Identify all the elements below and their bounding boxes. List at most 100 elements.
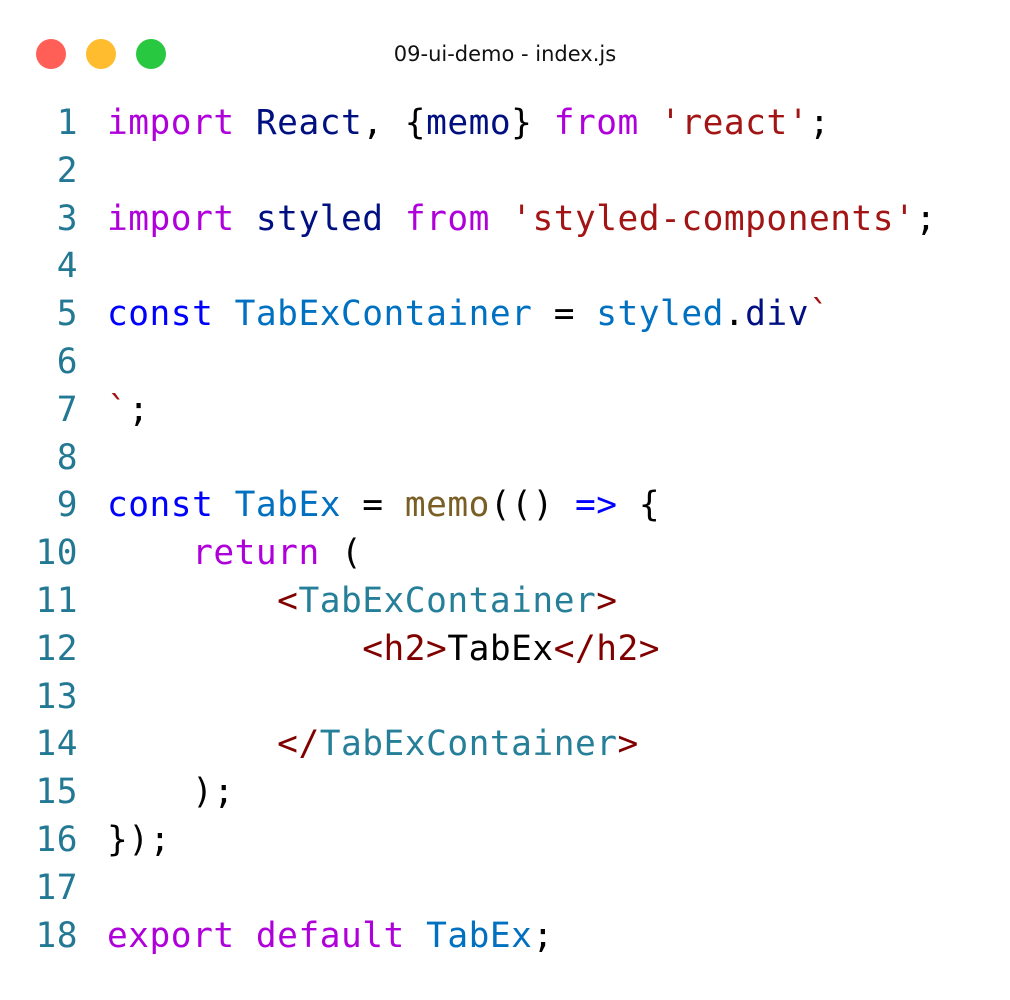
line-number: 18 <box>35 915 78 956</box>
title-bar: 09-ui-demo - index.js <box>0 0 1010 108</box>
code-text: ); <box>107 769 235 817</box>
code-text: `; <box>107 387 150 435</box>
code-token: TabEx <box>234 485 341 526</box>
code-line[interactable]: 3 import styled from 'styled-components'; <box>0 196 1010 244</box>
code-text: return ( <box>107 530 362 578</box>
code-token: . <box>723 294 746 335</box>
code-token: ` <box>808 294 831 335</box>
code-token: > <box>596 580 618 621</box>
code-token: default <box>255 915 405 956</box>
code-text: <h2>TabEx</h2> <box>107 626 660 674</box>
window-title: 09-ui-demo - index.js <box>393 42 617 66</box>
line-number: 13 <box>35 676 78 717</box>
code-text: }); <box>107 817 171 865</box>
code-line[interactable]: 11 <TabExContainer> <box>0 578 1010 626</box>
line-number: 6 <box>56 341 78 382</box>
code-token: ; <box>809 103 831 143</box>
code-token: import <box>107 103 235 143</box>
code-token: ); <box>107 772 235 813</box>
code-line[interactable]: 9 const TabEx = memo(() => { <box>0 482 1010 530</box>
code-token: , { <box>362 103 427 143</box>
code-token: from <box>553 103 639 143</box>
line-number: 3 <box>56 198 78 239</box>
code-text: const TabExContainer = styled.div` <box>107 291 830 339</box>
code-line[interactable]: 13 <box>0 674 1010 722</box>
line-number: 11 <box>35 580 78 621</box>
code-line[interactable]: 4 <box>0 243 1010 291</box>
line-number: 10 <box>35 533 78 574</box>
code-token: styled <box>596 294 724 335</box>
code-token: => <box>575 485 618 526</box>
code-line[interactable]: 15 ); <box>0 769 1010 817</box>
code-token: { <box>617 485 661 526</box>
code-text: export default TabEx; <box>107 913 554 961</box>
code-token: from <box>404 198 490 239</box>
code-token: TabExContainer <box>298 580 597 621</box>
code-line[interactable]: 14 </TabExContainer> <box>0 721 1010 769</box>
line-number: 17 <box>35 867 78 908</box>
line-number: 5 <box>56 294 78 335</box>
code-line[interactable]: 6 <box>0 339 1010 387</box>
code-token: ` <box>107 389 129 430</box>
code-line[interactable]: 18 export default TabEx; <box>0 913 1010 961</box>
code-line[interactable]: 17 <box>0 865 1010 913</box>
line-number: 4 <box>56 246 78 287</box>
code-line[interactable]: 8 <box>0 435 1010 483</box>
code-token: ; <box>128 389 150 430</box>
code-line[interactable]: 12 <h2>TabEx</h2> <box>0 626 1010 674</box>
code-token: <h2> <box>362 628 448 669</box>
code-line[interactable]: 10 return ( <box>0 530 1010 578</box>
code-token: 'styled-components' <box>511 198 916 239</box>
code-token: memo <box>426 103 512 143</box>
line-number: 7 <box>56 389 78 430</box>
code-token: export <box>107 915 235 956</box>
line-number: 8 <box>56 437 78 478</box>
line-number: 15 <box>35 772 78 813</box>
code-token: = <box>341 485 405 526</box>
code-token: TabEx <box>447 628 554 669</box>
code-token: ( <box>319 533 363 574</box>
code-text: <TabExContainer> <box>107 578 618 626</box>
code-token: 'react' <box>660 103 809 143</box>
code-line[interactable]: 2 <box>0 148 1010 196</box>
code-editor[interactable]: 1 import React, {memo} from 'react'; 2 3 imp… <box>0 100 1010 960</box>
code-token: (() <box>489 485 575 526</box>
line-number: 2 <box>56 150 78 191</box>
code-text: </TabExContainer> <box>107 721 639 769</box>
code-token: TabExContainer <box>234 294 533 335</box>
code-token: </h2> <box>553 628 661 669</box>
code-token: const <box>107 294 214 335</box>
code-token: styled <box>255 198 384 239</box>
code-token: memo <box>404 485 490 526</box>
code-line[interactable]: 7 `; <box>0 387 1010 435</box>
code-token: } <box>511 103 554 143</box>
code-token: React <box>255 103 363 143</box>
code-line[interactable]: 5 const TabExContainer = styled.div` <box>0 291 1010 339</box>
code-token: ; <box>532 915 554 956</box>
line-number: 16 <box>35 819 78 860</box>
line-number: 1 <box>56 103 78 143</box>
line-number: 12 <box>35 628 78 669</box>
code-token: = <box>532 294 597 335</box>
code-token: ; <box>915 198 937 239</box>
line-number: 14 <box>35 724 78 765</box>
code-line[interactable]: 1 import React, {memo} from 'react'; <box>0 100 1010 148</box>
code-token: return <box>192 533 320 574</box>
code-token: TabExContainer <box>319 724 618 765</box>
code-token: import <box>107 198 235 239</box>
code-line[interactable]: 16}); <box>0 817 1010 865</box>
code-text: import styled from 'styled-components'; <box>107 196 937 244</box>
code-token: const <box>107 485 214 526</box>
code-token: > <box>617 724 639 765</box>
